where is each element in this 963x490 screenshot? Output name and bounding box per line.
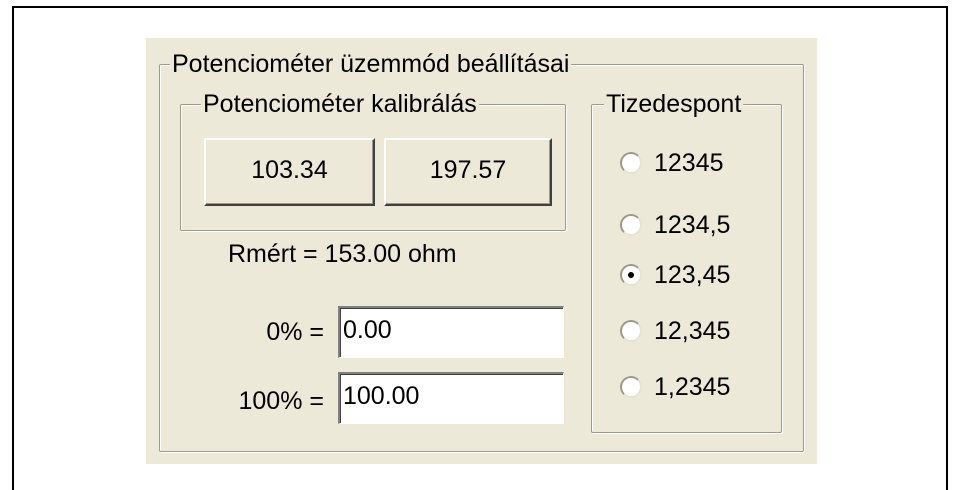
decimal-option-label: 1234,5: [654, 211, 731, 239]
decimal-option-label: 1,2345: [654, 373, 731, 401]
settings-groupbox-title: Potenciométer üzemmód beállításai: [170, 50, 572, 78]
radio-icon[interactable]: [620, 320, 642, 342]
radio-icon[interactable]: [620, 214, 642, 236]
radio-icon[interactable]: [620, 152, 642, 174]
decimal-point-groupbox-title: Tizedespont: [604, 90, 744, 118]
calibrate-high-button[interactable]: 197.57: [384, 138, 552, 206]
rmert-readout: Rmért = 153.00 ohm: [228, 240, 457, 268]
hundred-percent-input[interactable]: 100.00: [338, 372, 564, 424]
hundred-percent-label: 100% =: [238, 387, 325, 415]
decimal-option-label: 12345: [654, 149, 724, 177]
radio-icon[interactable]: [620, 376, 642, 398]
calibration-groupbox-title: Potenciométer kalibrálás: [201, 90, 479, 118]
zero-percent-input[interactable]: 0.00: [338, 306, 564, 358]
decimal-option-12345[interactable]: 12345: [620, 148, 724, 178]
decimal-option-1234-5[interactable]: 1234,5: [620, 210, 730, 240]
zero-percent-label: 0% =: [266, 318, 324, 346]
radio-checked-icon[interactable]: [620, 264, 642, 286]
calibrate-low-button[interactable]: 103.34: [204, 138, 375, 206]
decimal-option-123-45[interactable]: 123,45: [620, 260, 730, 290]
settings-dialog: Potenciométer üzemmód beállításai Potenc…: [146, 38, 817, 464]
decimal-option-12-345[interactable]: 12,345: [620, 316, 730, 346]
decimal-option-label: 123,45: [654, 261, 731, 289]
decimal-option-label: 12,345: [654, 317, 731, 345]
decimal-option-1-2345[interactable]: 1,2345: [620, 372, 730, 402]
